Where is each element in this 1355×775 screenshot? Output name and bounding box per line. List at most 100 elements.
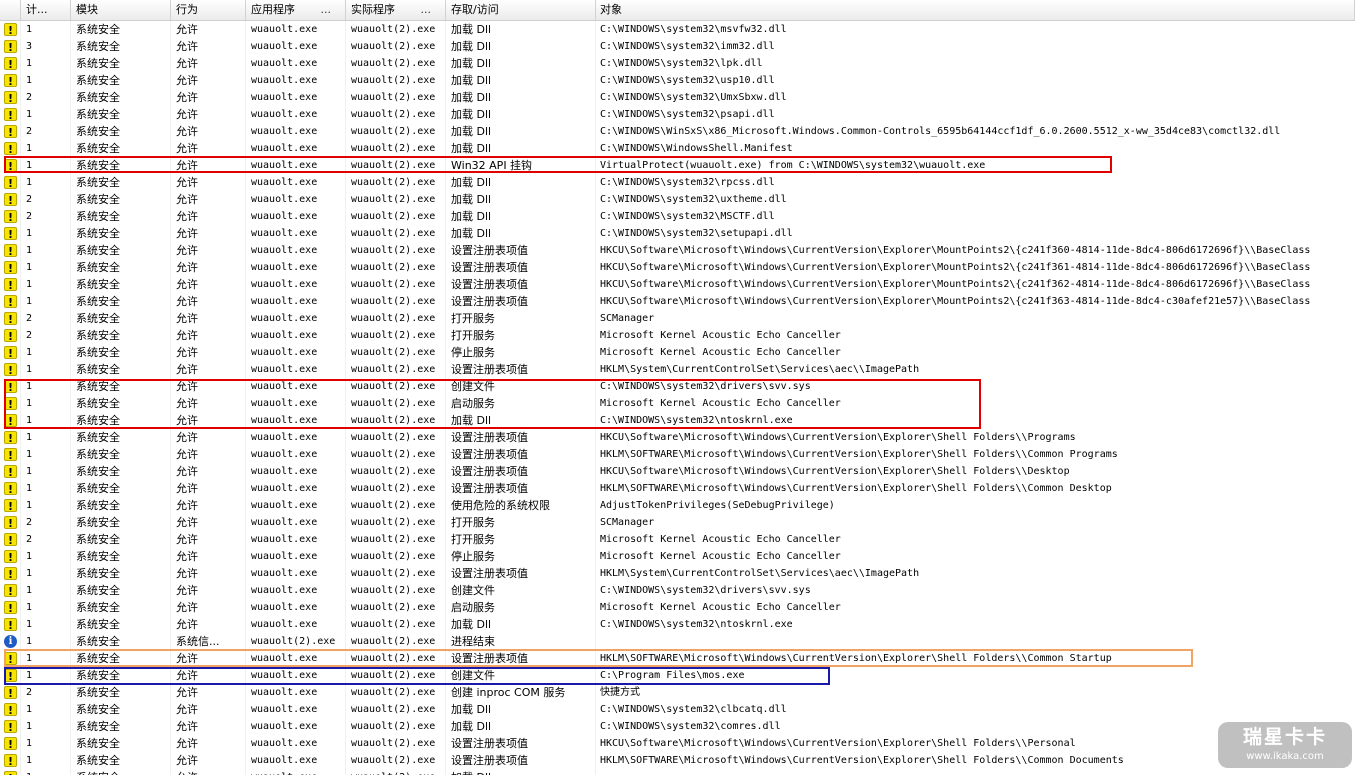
count-cell: 1 xyxy=(21,582,71,599)
table-row[interactable]: ! 1 系统安全 允许 wuauolt.exe wuauolt(2).exe 设置注册表项值… xyxy=(0,565,1355,582)
actual-program-cell: wuauolt(2).exe xyxy=(346,140,446,157)
table-row[interactable]: ! 2 系统安全 允许 wuauolt.exe wuauolt(2).exe 打开服务 SCM… xyxy=(0,514,1355,531)
column-header-module[interactable]: 模块 xyxy=(71,0,171,20)
table-row[interactable]: ! 1 系统安全 允许 wuauolt.exe wuauolt(2).exe 停止服务 Mic… xyxy=(0,344,1355,361)
table-row[interactable]: ! 1 系统安全 允许 wuauolt.exe wuauolt(2).exe 加载 Dll C… xyxy=(0,106,1355,123)
object-cell: VirtualProtect(wuauolt.exe) from C:\WIND… xyxy=(600,160,986,171)
count-cell: 1 xyxy=(21,378,71,395)
count-cell: 1 xyxy=(21,106,71,123)
table-row[interactable]: ! 1 系统安全 允许 wuauolt.exe wuauolt(2).exe 加载 Dll C… xyxy=(0,616,1355,633)
column-header-icon[interactable] xyxy=(0,0,21,20)
table-row[interactable]: ! 1 系统安全 允许 wuauolt.exe wuauolt(2).exe 设置注册表项值… xyxy=(0,293,1355,310)
object-cell: C:\WINDOWS\system32\UmxSbxw.dll xyxy=(600,92,787,103)
object-cell: HKLM\SOFTWARE\Microsoft\Windows\CurrentV… xyxy=(600,483,1112,494)
table-row[interactable]: ! 1 系统安全 允许 wuauolt.exe wuauolt(2).exe 设置注册表项值… xyxy=(0,735,1355,752)
application-cell: wuauolt.exe xyxy=(246,429,346,446)
table-row[interactable]: ! 2 系统安全 允许 wuauolt.exe wuauolt(2).exe 加载 Dll C… xyxy=(0,123,1355,140)
count-cell: 1 xyxy=(21,293,71,310)
action-cell: 允许 xyxy=(171,276,246,293)
table-row[interactable]: ! 3 系统安全 允许 wuauolt.exe wuauolt(2).exe 加载 Dll C… xyxy=(0,38,1355,55)
table-row[interactable]: ! 2 系统安全 允许 wuauolt.exe wuauolt(2).exe 加载 Dll C… xyxy=(0,89,1355,106)
access-cell: 加载 Dll xyxy=(446,140,596,157)
watermark-title: 瑞星卡卡 xyxy=(1242,726,1327,748)
column-header-object[interactable]: 对象 xyxy=(596,0,1355,20)
table-row[interactable]: ! 2 系统安全 允许 wuauolt.exe wuauolt(2).exe 打开服务 Mic… xyxy=(0,531,1355,548)
row-icon-cell: ! xyxy=(0,480,21,497)
table-row[interactable]: ! 1 系统安全 允许 wuauolt.exe wuauolt(2).exe 创建文件 C:\… xyxy=(0,667,1355,684)
count-cell: 2 xyxy=(21,89,71,106)
table-row[interactable]: ! 1 系统安全 允许 wuauolt.exe wuauolt(2).exe 加载 Dll C… xyxy=(0,174,1355,191)
table-row[interactable]: ! 2 系统安全 允许 wuauolt.exe wuauolt(2).exe 创建 inpr… xyxy=(0,684,1355,701)
count-cell: 2 xyxy=(21,327,71,344)
table-row[interactable]: ! 1 系统安全 允许 wuauolt.exe wuauolt(2).exe 设置注册表项值… xyxy=(0,276,1355,293)
access-cell: 打开服务 xyxy=(446,310,596,327)
table-row[interactable]: ! 1 系统安全 允许 wuauolt.exe wuauolt(2).exe 设置注册表项值… xyxy=(0,752,1355,769)
count-cell: 1 xyxy=(21,21,71,38)
column-header-actual-program-more: ... xyxy=(420,3,432,16)
column-header-application[interactable]: 应用程序... xyxy=(246,0,346,20)
column-header-count[interactable]: 计... xyxy=(21,0,71,20)
column-header-actual-program[interactable]: 实际程序... xyxy=(346,0,446,20)
count-cell: 2 xyxy=(21,514,71,531)
table-row[interactable]: ! 1 系统安全 允许 wuauolt.exe wuauolt(2).exe 创建文件 C:\… xyxy=(0,378,1355,395)
table-row[interactable]: ! 1 系统安全 允许 wuauolt.exe wuauolt(2).exe 加载 Dll C… xyxy=(0,701,1355,718)
table-row[interactable]: ! 2 系统安全 允许 wuauolt.exe wuauolt(2).exe 打开服务 Mic… xyxy=(0,327,1355,344)
actual-program-cell: wuauolt(2).exe xyxy=(346,242,446,259)
count-cell: 1 xyxy=(21,718,71,735)
table-row[interactable]: ! 1 系统安全 允许 wuauolt.exe wuauolt(2).exe 加载 Dll C… xyxy=(0,718,1355,735)
count-cell: 1 xyxy=(21,72,71,89)
access-cell: 加载 Dll xyxy=(446,89,596,106)
count-cell: 2 xyxy=(21,310,71,327)
object-cell: C:\Program Files\mos.exe xyxy=(600,670,745,681)
module-cell: 系统安全 xyxy=(71,157,171,174)
table-row[interactable]: ! 1 系统安全 允许 wuauolt.exe wuauolt(2).exe 设置注册表项值… xyxy=(0,463,1355,480)
table-row[interactable]: ! 2 系统安全 允许 wuauolt.exe wuauolt(2).exe 打开服务 SCM… xyxy=(0,310,1355,327)
access-cell: 加载 Dll xyxy=(446,123,596,140)
table-row[interactable]: ! 1 系统安全 允许 wuauolt.exe wuauolt(2).exe 设置注册表项值… xyxy=(0,446,1355,463)
table-row[interactable]: ! 1 系统安全 允许 wuauolt.exe wuauolt(2).exe 创建文件 C:\… xyxy=(0,582,1355,599)
module-cell: 系统安全 xyxy=(71,616,171,633)
module-cell: 系统安全 xyxy=(71,718,171,735)
module-cell: 系统安全 xyxy=(71,123,171,140)
count-cell: 1 xyxy=(21,361,71,378)
table-row[interactable]: ! 1 系统安全 允许 wuauolt.exe wuauolt(2).exe 启动服务 Mic… xyxy=(0,599,1355,616)
table-row[interactable]: ! 1 系统安全 允许 wuauolt.exe wuauolt(2).exe 加载 Dll C… xyxy=(0,225,1355,242)
table-row[interactable]: ! 1 系统安全 允许 wuauolt.exe wuauolt(2).exe 设置注册表项值… xyxy=(0,242,1355,259)
application-cell: wuauolt.exe xyxy=(246,208,346,225)
actual-program-cell: wuauolt(2).exe xyxy=(346,480,446,497)
table-row[interactable]: ! 1 系统安全 允许 wuauolt.exe wuauolt(2).exe 加载 Dll C… xyxy=(0,412,1355,429)
table-row[interactable]: ! 1 系统安全 允许 wuauolt.exe wuauolt(2).exe Win32 A… xyxy=(0,157,1355,174)
table-row[interactable]: ! 1 系统安全 允许 wuauolt.exe wuauolt(2).exe 使用危险的系统… xyxy=(0,497,1355,514)
application-cell: wuauolt.exe xyxy=(246,769,346,775)
application-cell: wuauolt.exe xyxy=(246,735,346,752)
row-icon-cell: ! xyxy=(0,310,21,327)
table-row[interactable]: ! 1 系统安全 允许 wuauolt.exe wuauolt(2).exe 加载 Dll C… xyxy=(0,140,1355,157)
count-cell: 1 xyxy=(21,344,71,361)
action-cell: 允许 xyxy=(171,123,246,140)
table-row[interactable]: ! 1系统安全允许wuauolt.exewuauolt(2).exe加载 Dll xyxy=(0,769,1355,775)
table-row[interactable]: ! 1 系统安全 允许 wuauolt.exe wuauolt(2).exe 加载 Dll C… xyxy=(0,55,1355,72)
table-row[interactable]: ! 1 系统安全 允许 wuauolt.exe wuauolt(2).exe 停止服务 Mic… xyxy=(0,548,1355,565)
warning-icon: ! xyxy=(4,516,17,530)
application-cell: wuauolt.exe xyxy=(246,412,346,429)
table-row[interactable]: ! 2 系统安全 允许 wuauolt.exe wuauolt(2).exe 加载 Dll C… xyxy=(0,191,1355,208)
module-cell: 系统安全 xyxy=(71,310,171,327)
table-row[interactable]: ! 1 系统安全 允许 wuauolt.exe wuauolt(2).exe 设置注册表项值… xyxy=(0,361,1355,378)
column-header-action[interactable]: 行为 xyxy=(171,0,246,20)
table-row[interactable]: ! 1 系统安全 允许 wuauolt.exe wuauolt(2).exe 设置注册表项值… xyxy=(0,429,1355,446)
table-row[interactable]: ! 1 系统安全 允许 wuauolt.exe wuauolt(2).exe 启动服务 Mic… xyxy=(0,395,1355,412)
warning-icon: ! xyxy=(4,176,17,190)
column-header-access[interactable]: 存取/访问 xyxy=(446,0,596,20)
table-row[interactable]: ! 1 系统安全 允许 wuauolt.exe wuauolt(2).exe 加载 Dll C… xyxy=(0,72,1355,89)
module-cell: 系统安全 xyxy=(71,361,171,378)
table-row[interactable]: ! 1 系统安全 允许 wuauolt.exe wuauolt(2).exe 设置注册表项值… xyxy=(0,259,1355,276)
actual-program-cell: wuauolt(2).exe xyxy=(346,259,446,276)
table-row[interactable]: ! 2 系统安全 允许 wuauolt.exe wuauolt(2).exe 加载 Dll C… xyxy=(0,208,1355,225)
table-row[interactable]: i 1 系统安全 系统信... wuauolt(2).exe wuauolt(2).exe… xyxy=(0,633,1355,650)
column-header-actual-program-label: 实际程序 xyxy=(351,3,395,16)
table-row[interactable]: ! 1 系统安全 允许 wuauolt.exe wuauolt(2).exe 设置注册表项值… xyxy=(0,480,1355,497)
table-row[interactable]: ! 1 系统安全 允许 wuauolt.exe wuauolt(2).exe 加载 Dll C… xyxy=(0,21,1355,38)
table-row[interactable]: ! 1 系统安全 允许 wuauolt.exe wuauolt(2).exe 设置注册表项值… xyxy=(0,650,1355,667)
action-cell: 允许 xyxy=(171,21,246,38)
action-cell: 允许 xyxy=(171,242,246,259)
